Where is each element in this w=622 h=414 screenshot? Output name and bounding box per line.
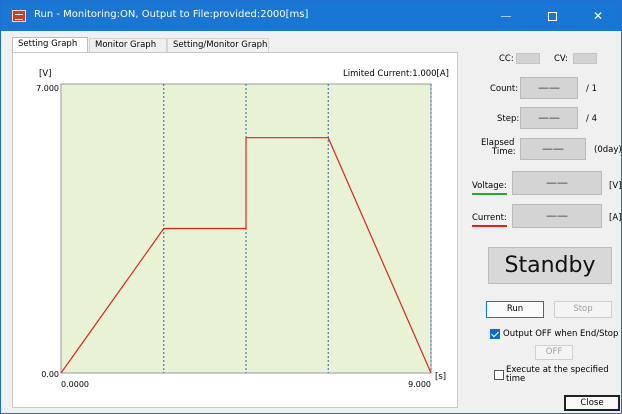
app-icon [12,10,26,22]
execute-label-2: time [506,374,526,384]
count-label: Count: [490,84,519,94]
count-total: / 1 [586,84,597,94]
step-total: / 4 [586,114,597,124]
tab-monitor-graph[interactable]: Monitor Graph [89,38,167,52]
count-value: —— [520,77,578,99]
minimize-icon [501,16,511,17]
x-axis-unit: [s] [435,372,446,382]
voltage-color-indicator [472,193,507,195]
close-button[interactable]: Close [564,395,620,411]
step-value: —— [520,107,578,129]
current-color-indicator [472,225,507,227]
current-label: Current: [472,213,507,223]
control-panel: CC: CV: Count: —— / 1 Step: —— / 4 Elaps… [464,31,622,414]
setting-graph: [V] Limited Current:1.000[A] 7.000 0.00 … [36,69,449,389]
maximize-button[interactable] [529,1,575,31]
step-label: Step: [497,114,520,124]
close-window-button[interactable]: ✕ [575,1,621,31]
voltage-label: Voltage: [472,181,507,191]
elapsed-time-label-2: Time: [492,147,516,157]
cv-label: CV: [554,54,568,64]
voltage-unit: [V] [609,181,622,191]
window-title: Run - Monitoring:ON, Output to File:prov… [34,9,309,20]
y-axis-unit: [V] [39,69,51,79]
x-max-label: 9.000 [408,380,431,389]
elapsed-time-value: —— [520,138,586,160]
y-max-label: 7.000 [36,84,59,93]
close-icon: ✕ [592,9,604,23]
run-window: Run - Monitoring:ON, Output to File:prov… [0,0,622,414]
cc-indicator [516,53,540,64]
limited-current-label: Limited Current:1.000[A] [343,69,449,79]
status-display: Standby [488,247,612,284]
current-value: —— [512,204,602,228]
title-bar: Run - Monitoring:ON, Output to File:prov… [1,1,621,31]
maximize-icon [547,12,557,21]
cc-label: CC: [499,54,514,64]
voltage-value: —— [512,171,602,195]
stop-button[interactable]: Stop [554,301,612,318]
cv-indicator [573,53,597,64]
run-button[interactable]: Run [486,301,544,318]
output-off-checkbox[interactable] [490,329,500,339]
x-min-label: 0.0000 [61,380,89,389]
current-unit: [A] [609,213,622,223]
minimize-button[interactable] [483,1,529,31]
tab-setting-monitor-graph[interactable]: Setting/Monitor Graph [167,38,269,52]
output-off-label: Output OFF when End/Stop [503,329,619,339]
y-min-label: 0.00 [41,370,59,379]
elapsed-days: (0day) [594,145,622,155]
setting-graph-panel: [V] Limited Current:1.000[A] 7.000 0.00 … [12,52,458,408]
tab-setting-graph[interactable]: Setting Graph [12,37,88,53]
execute-specified-time-checkbox[interactable] [494,370,504,380]
off-button[interactable]: OFF [535,345,573,360]
